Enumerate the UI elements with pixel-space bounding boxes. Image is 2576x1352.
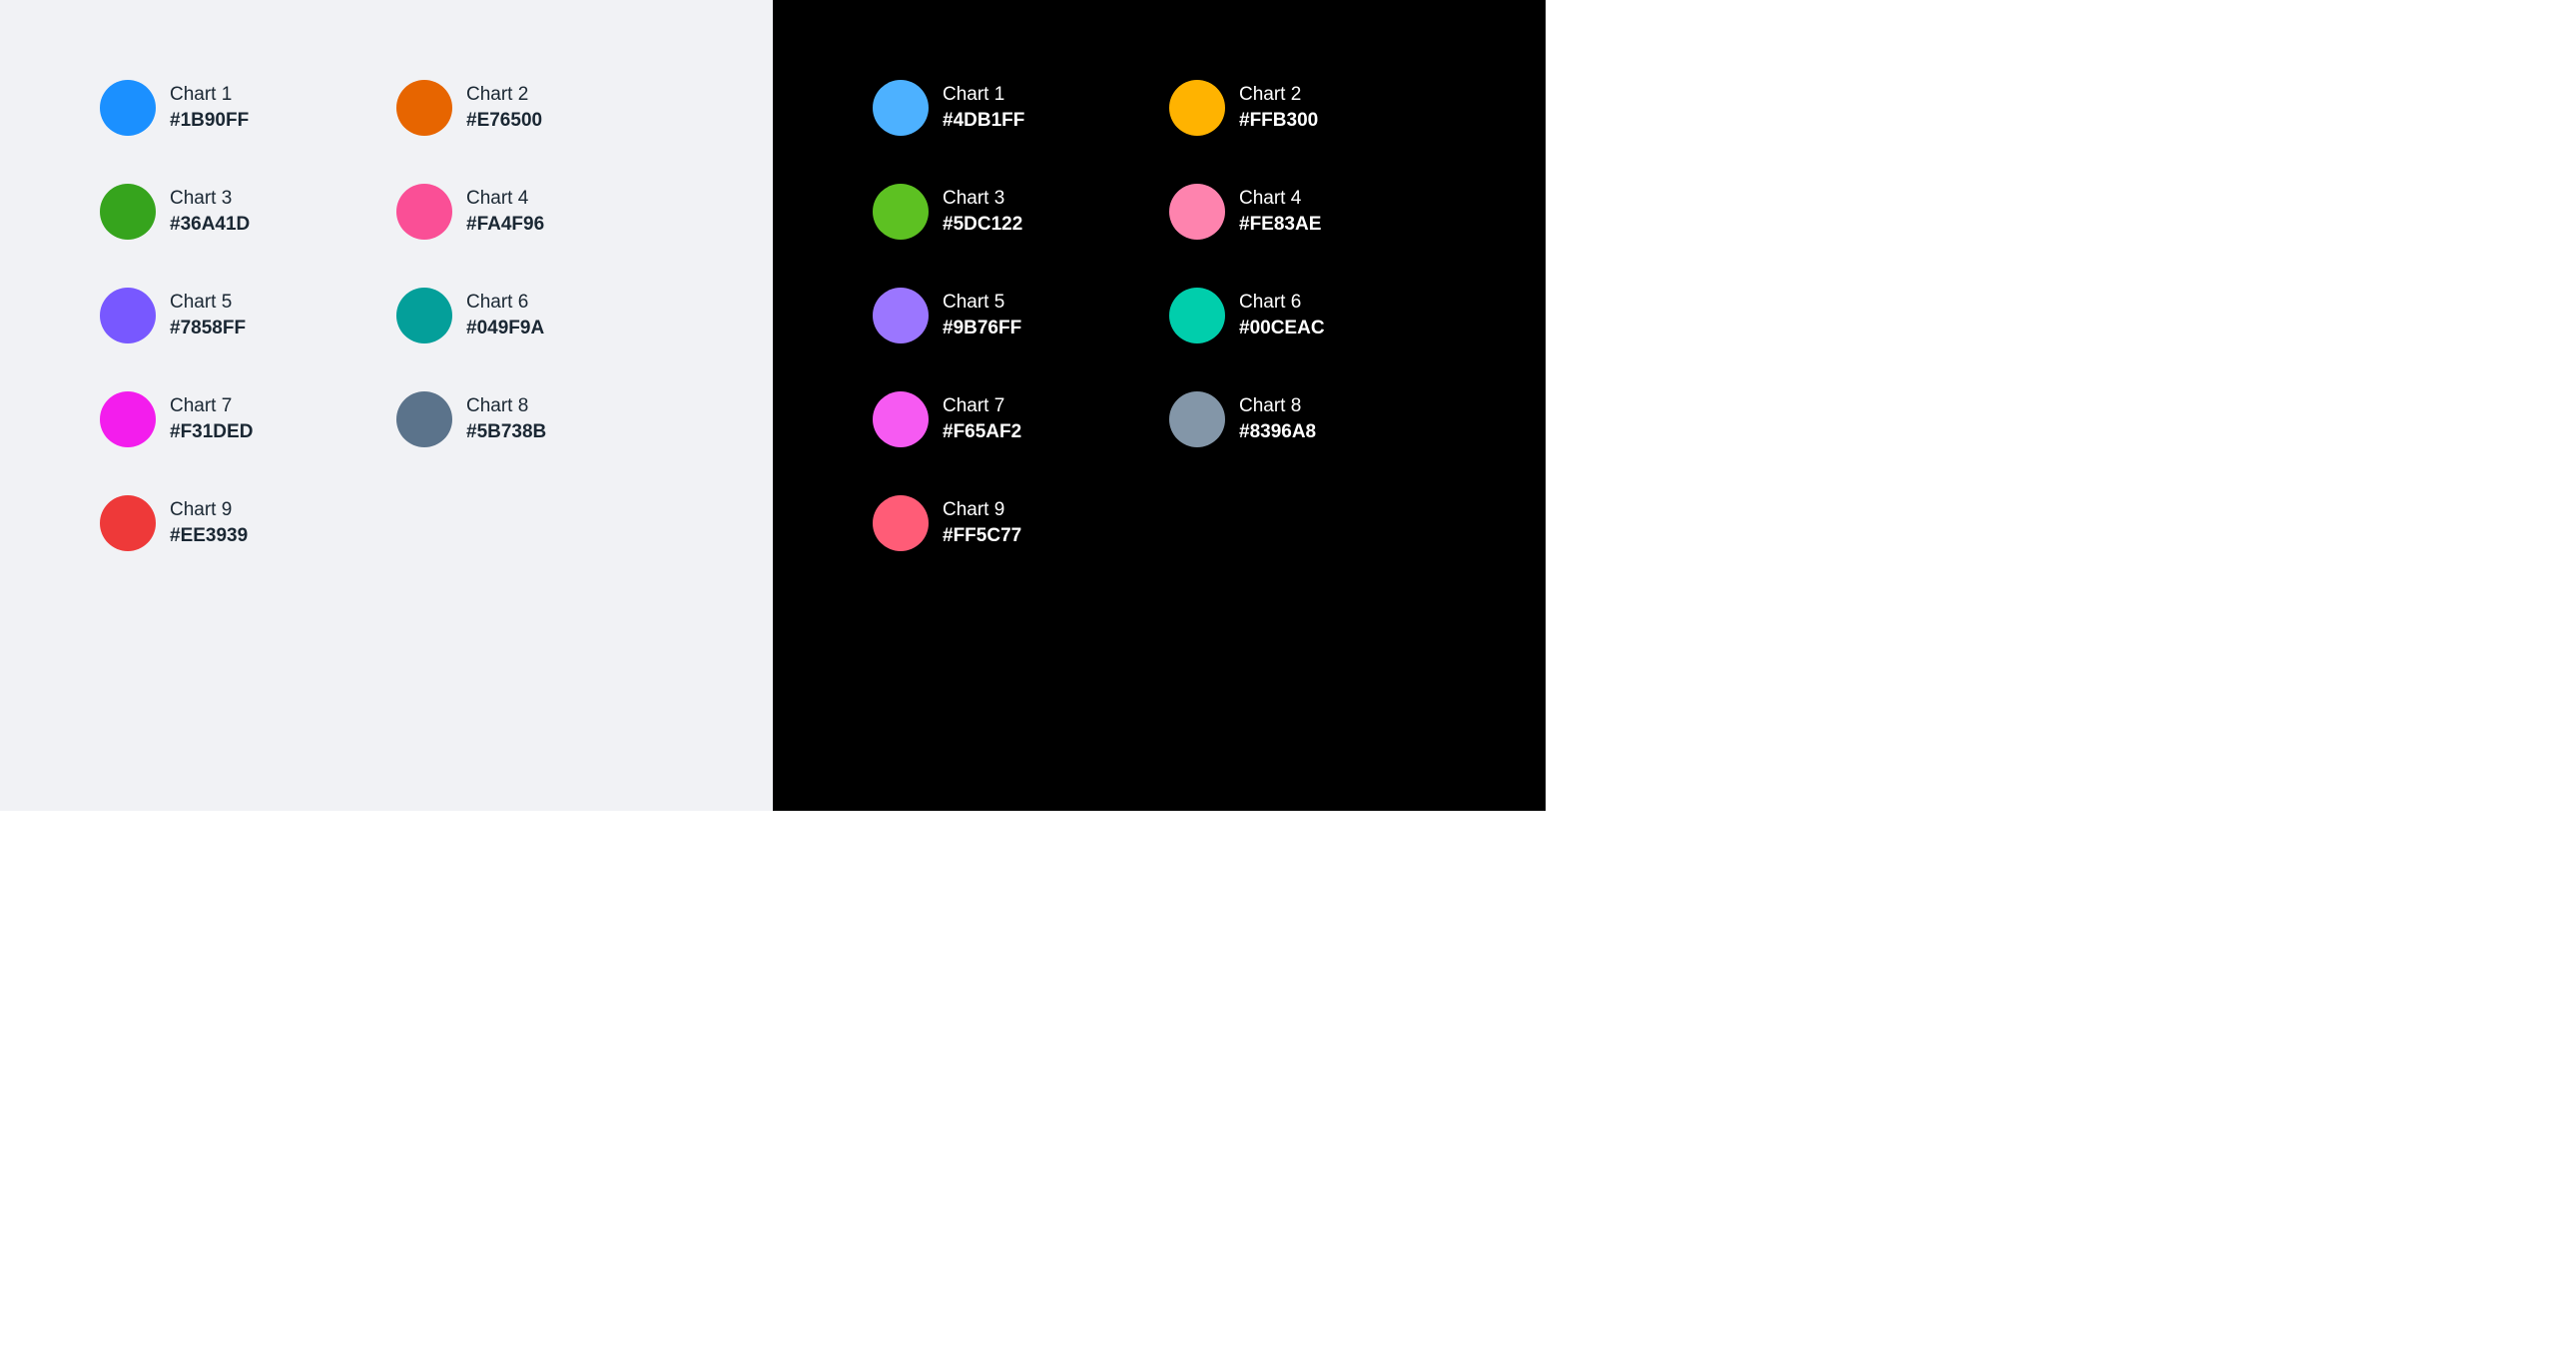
swatch-text: Chart 1 #1B90FF: [170, 82, 249, 133]
swatch-circle-icon: [396, 184, 452, 240]
swatch-item: Chart 6 #00CEAC: [1169, 288, 1446, 343]
swatch-item: Chart 5 #9B76FF: [873, 288, 1149, 343]
swatch-circle-icon: [873, 288, 929, 343]
swatch-hex: #FA4F96: [466, 212, 544, 238]
dark-swatch-grid: Chart 1 #4DB1FF Chart 2 #FFB300 Chart 3 …: [873, 80, 1446, 551]
swatch-circle-icon: [396, 80, 452, 136]
swatch-circle-icon: [100, 80, 156, 136]
swatch-hex: #00CEAC: [1239, 316, 1325, 341]
swatch-circle-icon: [396, 288, 452, 343]
swatch-hex: #E76500: [466, 108, 542, 134]
swatch-circle-icon: [100, 184, 156, 240]
swatch-text: Chart 9 #EE3939: [170, 497, 248, 548]
swatch-circle-icon: [396, 391, 452, 447]
swatch-label: Chart 5: [943, 290, 1021, 316]
swatch-item: Chart 3 #5DC122: [873, 184, 1149, 240]
swatch-label: Chart 7: [943, 393, 1021, 419]
swatch-text: Chart 6 #00CEAC: [1239, 290, 1325, 340]
swatch-item: Chart 2 #FFB300: [1169, 80, 1446, 136]
swatch-text: Chart 5 #7858FF: [170, 290, 246, 340]
swatch-item: Chart 5 #7858FF: [100, 288, 376, 343]
swatch-label: Chart 8: [466, 393, 546, 419]
swatch-label: Chart 1: [170, 82, 249, 108]
swatch-hex: #FF5C77: [943, 523, 1021, 549]
swatch-item: Chart 4 #FA4F96: [396, 184, 673, 240]
light-panel: Chart 1 #1B90FF Chart 2 #E76500 Chart 3 …: [0, 0, 773, 811]
swatch-circle-icon: [1169, 391, 1225, 447]
swatch-label: Chart 3: [943, 186, 1022, 212]
swatch-item: Chart 6 #049F9A: [396, 288, 673, 343]
swatch-text: Chart 8 #5B738B: [466, 393, 546, 444]
swatch-hex: #1B90FF: [170, 108, 249, 134]
swatch-circle-icon: [1169, 80, 1225, 136]
swatch-circle-icon: [1169, 184, 1225, 240]
swatch-text: Chart 1 #4DB1FF: [943, 82, 1024, 133]
swatch-item: Chart 7 #F31DED: [100, 391, 376, 447]
swatch-item: Chart 2 #E76500: [396, 80, 673, 136]
swatch-hex: #4DB1FF: [943, 108, 1024, 134]
dark-panel: Chart 1 #4DB1FF Chart 2 #FFB300 Chart 3 …: [773, 0, 1546, 811]
swatch-circle-icon: [873, 391, 929, 447]
swatch-label: Chart 1: [943, 82, 1024, 108]
swatch-label: Chart 4: [466, 186, 544, 212]
swatch-hex: #FE83AE: [1239, 212, 1321, 238]
swatch-item: Chart 1 #4DB1FF: [873, 80, 1149, 136]
swatch-text: Chart 8 #8396A8: [1239, 393, 1316, 444]
swatch-label: Chart 9: [170, 497, 248, 523]
swatch-circle-icon: [100, 391, 156, 447]
swatch-label: Chart 4: [1239, 186, 1321, 212]
swatch-hex: #FFB300: [1239, 108, 1318, 134]
swatch-text: Chart 6 #049F9A: [466, 290, 544, 340]
swatch-label: Chart 8: [1239, 393, 1316, 419]
swatch-item: Chart 9 #FF5C77: [873, 495, 1149, 551]
swatch-text: Chart 7 #F31DED: [170, 393, 253, 444]
swatch-label: Chart 2: [466, 82, 542, 108]
swatch-text: Chart 3 #5DC122: [943, 186, 1022, 237]
swatch-hex: #5B738B: [466, 419, 546, 445]
light-swatch-grid: Chart 1 #1B90FF Chart 2 #E76500 Chart 3 …: [100, 80, 673, 551]
swatch-circle-icon: [873, 80, 929, 136]
swatch-text: Chart 7 #F65AF2: [943, 393, 1021, 444]
swatch-hex: #36A41D: [170, 212, 250, 238]
swatch-text: Chart 9 #FF5C77: [943, 497, 1021, 548]
swatch-hex: #F31DED: [170, 419, 253, 445]
swatch-circle-icon: [873, 184, 929, 240]
swatch-label: Chart 7: [170, 393, 253, 419]
swatch-hex: #5DC122: [943, 212, 1022, 238]
swatch-label: Chart 2: [1239, 82, 1318, 108]
swatch-hex: #049F9A: [466, 316, 544, 341]
swatch-hex: #EE3939: [170, 523, 248, 549]
swatch-hex: #9B76FF: [943, 316, 1021, 341]
swatch-item: Chart 7 #F65AF2: [873, 391, 1149, 447]
swatch-text: Chart 2 #E76500: [466, 82, 542, 133]
swatch-text: Chart 4 #FE83AE: [1239, 186, 1321, 237]
swatch-label: Chart 5: [170, 290, 246, 316]
swatch-text: Chart 3 #36A41D: [170, 186, 250, 237]
swatch-item: Chart 8 #5B738B: [396, 391, 673, 447]
swatch-hex: #8396A8: [1239, 419, 1316, 445]
swatch-circle-icon: [100, 495, 156, 551]
swatch-label: Chart 3: [170, 186, 250, 212]
swatch-label: Chart 6: [466, 290, 544, 316]
swatch-label: Chart 9: [943, 497, 1021, 523]
swatch-item: Chart 4 #FE83AE: [1169, 184, 1446, 240]
swatch-item: Chart 3 #36A41D: [100, 184, 376, 240]
swatch-circle-icon: [873, 495, 929, 551]
swatch-item: Chart 8 #8396A8: [1169, 391, 1446, 447]
swatch-circle-icon: [1169, 288, 1225, 343]
swatch-circle-icon: [100, 288, 156, 343]
swatch-hex: #F65AF2: [943, 419, 1021, 445]
swatch-text: Chart 2 #FFB300: [1239, 82, 1318, 133]
swatch-text: Chart 5 #9B76FF: [943, 290, 1021, 340]
swatch-hex: #7858FF: [170, 316, 246, 341]
swatch-item: Chart 1 #1B90FF: [100, 80, 376, 136]
swatch-label: Chart 6: [1239, 290, 1325, 316]
swatch-text: Chart 4 #FA4F96: [466, 186, 544, 237]
swatch-item: Chart 9 #EE3939: [100, 495, 376, 551]
